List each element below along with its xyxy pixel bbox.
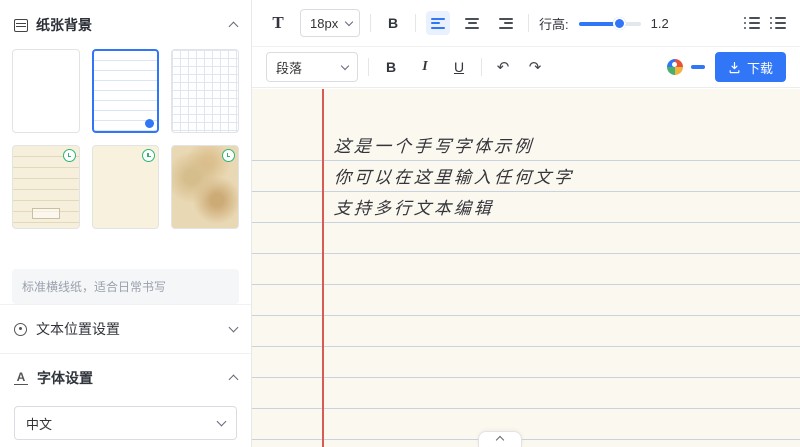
paper-thumb-grid[interactable] [171, 49, 239, 133]
premium-badge-icon [142, 149, 155, 162]
align-center-icon [465, 18, 479, 29]
selected-dot-icon [145, 119, 154, 128]
handwriting-editor-app: 纸张背景 标准横线纸，适合日常书写 文本位置设置 [0, 0, 800, 447]
collapse-toolbar-tab[interactable] [478, 431, 522, 447]
underline-button[interactable]: U [447, 55, 471, 79]
chevron-up-icon [229, 375, 239, 385]
download-button[interactable]: 下载 [715, 52, 786, 82]
download-icon [728, 61, 741, 74]
toolbar-divider [481, 58, 482, 76]
chevron-down-icon [217, 417, 227, 427]
unordered-list-icon[interactable] [744, 17, 760, 29]
handwritten-text-line[interactable]: 支持多行文本编辑 [333, 197, 495, 221]
chevron-up-icon[interactable] [229, 22, 239, 32]
redo-button[interactable]: ↷ [524, 58, 546, 76]
undo-button[interactable]: ↶ [492, 58, 514, 76]
color-palette-icon[interactable] [667, 59, 683, 75]
language-select[interactable]: 中文 [14, 406, 237, 440]
italic-button[interactable]: I [413, 55, 437, 79]
bold-button[interactable]: B [381, 11, 405, 35]
toolbar-row-1: T 18px B 行高: 1.2 [252, 0, 800, 47]
premium-badge-icon [63, 149, 76, 162]
paper-thumb-vintage[interactable] [171, 145, 239, 229]
line-height-slider[interactable] [579, 16, 641, 30]
paper-canvas[interactable]: 这是一个手写字体示例 你可以在这里输入任何文字 支持多行文本编辑 [252, 89, 800, 447]
download-label: 下载 [747, 58, 773, 77]
paper-description: 标准横线纸，适合日常书写 [12, 269, 239, 304]
paper-thumb-blank[interactable] [12, 49, 80, 133]
paragraph-style-value: 段落 [276, 58, 302, 77]
paper-section-title: 纸张背景 [36, 15, 92, 35]
font-icon: A [14, 371, 28, 385]
editor-main: T 18px B 行高: 1.2 [252, 0, 800, 447]
paragraph-style-select[interactable]: 段落 [266, 52, 358, 82]
margin-line [322, 89, 324, 447]
toolbar-divider [415, 14, 416, 32]
text-tool-button[interactable]: T [266, 11, 290, 35]
handwritten-text-line[interactable]: 你可以在这里输入任何文字 [333, 166, 575, 190]
section-font-settings-label: 字体设置 [37, 368, 93, 388]
toolbar-divider [368, 58, 369, 76]
position-icon [14, 323, 27, 336]
paper-background-section-header[interactable]: 纸张背景 [0, 0, 251, 45]
bold-button[interactable]: B [379, 55, 403, 79]
section-font-settings[interactable]: A 字体设置 [0, 353, 251, 402]
slider-knob[interactable] [613, 17, 626, 30]
paper-thumb-cream[interactable] [92, 145, 160, 229]
align-right-button[interactable] [494, 11, 518, 35]
font-size-value: 18px [310, 16, 338, 31]
toolbar-divider [528, 14, 529, 32]
premium-badge-icon [222, 149, 235, 162]
ordered-list-icon[interactable] [770, 17, 786, 29]
paper-thumb-beige-lined[interactable] [12, 145, 80, 229]
paper-background-icon [14, 19, 28, 32]
align-left-icon [431, 18, 445, 29]
section-text-position[interactable]: 文本位置设置 [0, 304, 251, 353]
chevron-down-icon [341, 61, 349, 69]
font-size-select[interactable]: 18px [300, 9, 360, 37]
line-height-label: 行高: [539, 14, 569, 33]
toolbar-divider [370, 14, 371, 32]
chevron-down-icon [345, 17, 353, 25]
align-center-button[interactable] [460, 11, 484, 35]
language-select-value: 中文 [26, 414, 52, 433]
handwritten-text-line[interactable]: 这是一个手写字体示例 [333, 135, 535, 159]
paper-thumbnail-grid [0, 45, 251, 229]
section-text-position-label: 文本位置设置 [36, 319, 120, 339]
color-indicator [691, 65, 705, 69]
chevron-down-icon [229, 323, 239, 333]
align-right-icon [499, 18, 513, 29]
line-height-value: 1.2 [651, 16, 669, 31]
paper-thumb-lined-selected[interactable] [92, 49, 160, 133]
align-left-button[interactable] [426, 11, 450, 35]
sidebar: 纸张背景 标准横线纸，适合日常书写 文本位置设置 [0, 0, 252, 447]
chevron-up-icon [496, 436, 504, 444]
toolbar-row-2: 段落 B I U ↶ ↷ 下载 [252, 47, 800, 88]
